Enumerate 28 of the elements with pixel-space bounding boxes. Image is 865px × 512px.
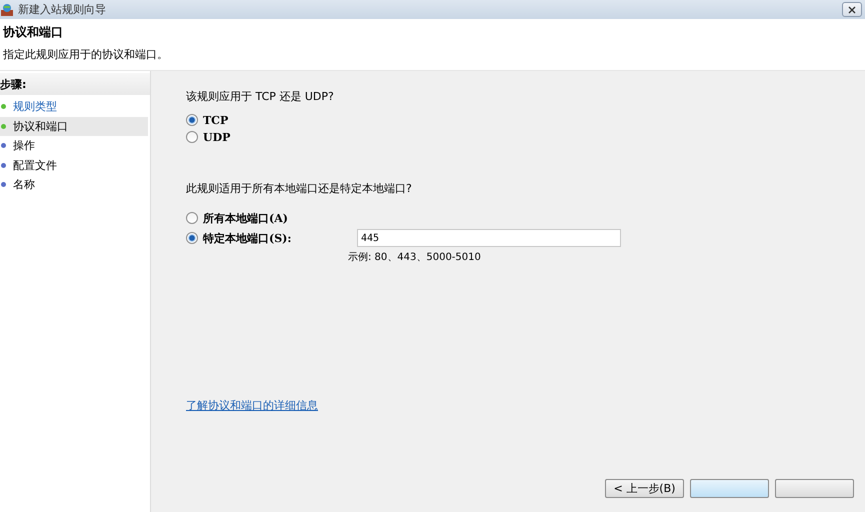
- port-field[interactable]: 445: [357, 229, 621, 247]
- protocol-question: 该规则应用于 TCP 还是 UDP?: [186, 89, 334, 104]
- radio-label[interactable]: 所有本地端口(A): [203, 210, 293, 226]
- radio-button[interactable]: [186, 131, 198, 143]
- step-item[interactable]: 名称: [0, 175, 148, 194]
- steps-heading: 步骤:: [0, 76, 26, 92]
- page-title: 协议和端口: [3, 24, 64, 41]
- radio-label[interactable]: TCP: [203, 114, 228, 126]
- back-button[interactable]: < 上一步(B): [605, 479, 684, 498]
- radio-button[interactable]: [186, 114, 198, 126]
- radio-button[interactable]: [186, 232, 198, 244]
- page-subtitle: 指定此规则应用于的协议和端口。: [3, 47, 169, 62]
- example-text: 示例: 80、443、5000-5010: [348, 251, 481, 264]
- window-title: 新建入站规则向导: [18, 2, 107, 17]
- step-item[interactable]: 协议和端口: [0, 116, 148, 136]
- radio-label[interactable]: 特定本地端口(S):: [203, 230, 293, 246]
- firewall-icon: [0, 2, 14, 16]
- next-button[interactable]: [690, 479, 769, 498]
- close-icon: [848, 6, 856, 14]
- help-link[interactable]: 了解协议和端口的详细信息: [186, 398, 318, 413]
- close-button[interactable]: [842, 2, 862, 17]
- radio-label[interactable]: UDP: [203, 130, 230, 144]
- step-item[interactable]: 规则类型: [0, 97, 148, 116]
- step-item[interactable]: 操作: [0, 136, 148, 156]
- radio-button[interactable]: [186, 212, 198, 224]
- ports-question: 此规则适用于所有本地端口还是特定本地端口?: [186, 181, 412, 196]
- cancel-button[interactable]: [775, 479, 854, 498]
- step-item[interactable]: 配置文件: [0, 156, 148, 175]
